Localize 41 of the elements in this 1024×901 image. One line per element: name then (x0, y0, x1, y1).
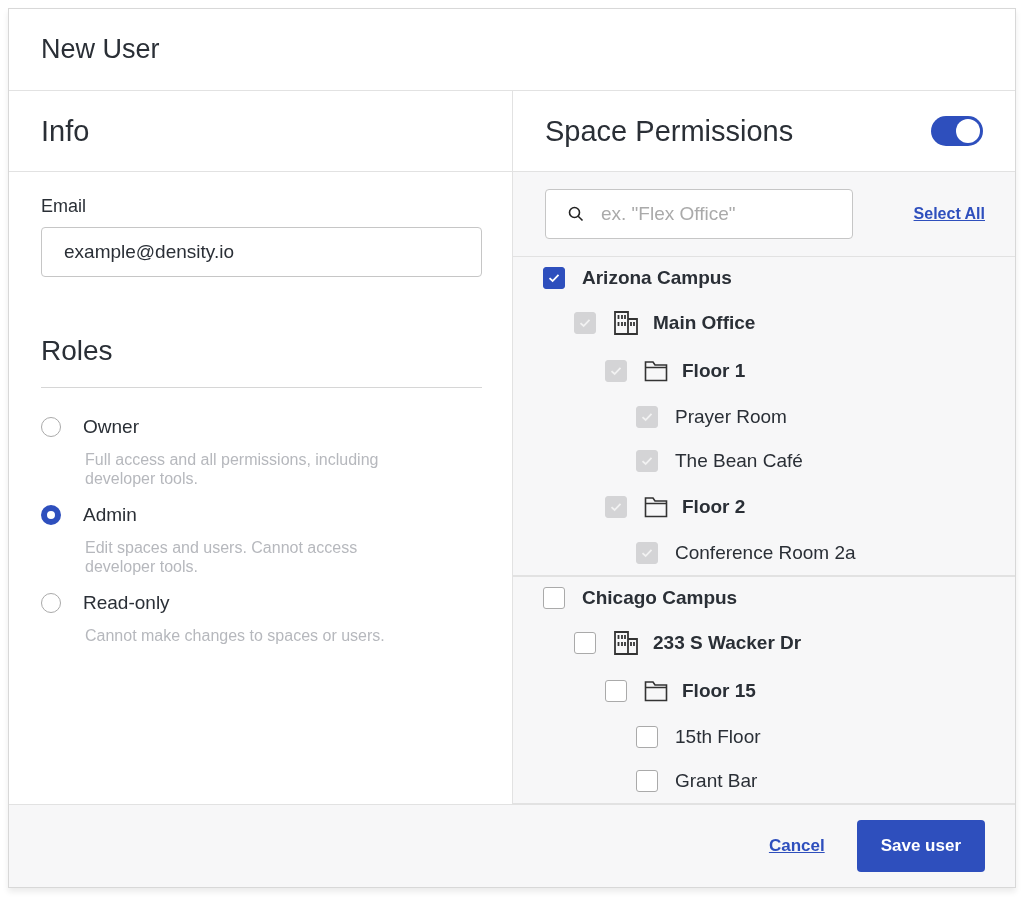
role-description: Full access and all permissions, including developer tools. (84, 450, 380, 488)
building-icon (613, 630, 639, 656)
role-description: Cannot make changes to spaces or users. (84, 626, 386, 645)
email-field[interactable]: example@density.io (41, 227, 482, 277)
role-label: Owner (83, 416, 139, 438)
email-label: Email (41, 196, 87, 217)
save-button[interactable]: Save user (856, 820, 985, 872)
info-heading: Info (41, 114, 90, 148)
space-label: Arizona Campus (582, 267, 732, 289)
roles-heading: Roles (41, 335, 114, 367)
checkbox[interactable] (605, 680, 627, 702)
folder-icon (644, 680, 668, 702)
role-label: Read-only (83, 592, 170, 614)
role-label: Admin (83, 504, 137, 526)
space-label: Floor 15 (682, 680, 756, 702)
space-label: The Bean Café (675, 450, 803, 472)
checkbox[interactable] (636, 726, 658, 748)
space-label: Prayer Room (675, 406, 787, 428)
checkbox[interactable] (636, 770, 658, 792)
cancel-link[interactable]: Cancel (768, 836, 825, 856)
space-label: Chicago Campus (582, 587, 738, 609)
space-label: 15th Floor (675, 726, 761, 748)
space-label: 233 S Wacker Dr (653, 632, 802, 654)
space-label: Conference Room 2a (675, 542, 856, 564)
space-label: Floor 2 (682, 496, 746, 518)
folder-icon (644, 360, 668, 382)
search-field[interactable]: ex. "Flex Office" (545, 189, 853, 239)
folder-icon (644, 496, 668, 518)
building-icon (613, 310, 639, 336)
space-permissions-heading: Space Permissions (545, 114, 794, 148)
dialog-title: New User (41, 34, 160, 65)
toggle-switch[interactable] (931, 116, 983, 146)
select-all-link[interactable]: Select All (913, 205, 985, 223)
checkbox[interactable] (574, 632, 596, 654)
checkbox[interactable] (543, 267, 565, 289)
space-label: Grant Bar (675, 770, 758, 792)
radio-button[interactable] (41, 505, 61, 525)
role-description: Edit spaces and users. Cannot access developer tools. (84, 538, 359, 576)
checkbox[interactable] (543, 587, 565, 609)
space-label: Main Office (653, 312, 756, 334)
space-label: Floor 1 (682, 360, 746, 382)
